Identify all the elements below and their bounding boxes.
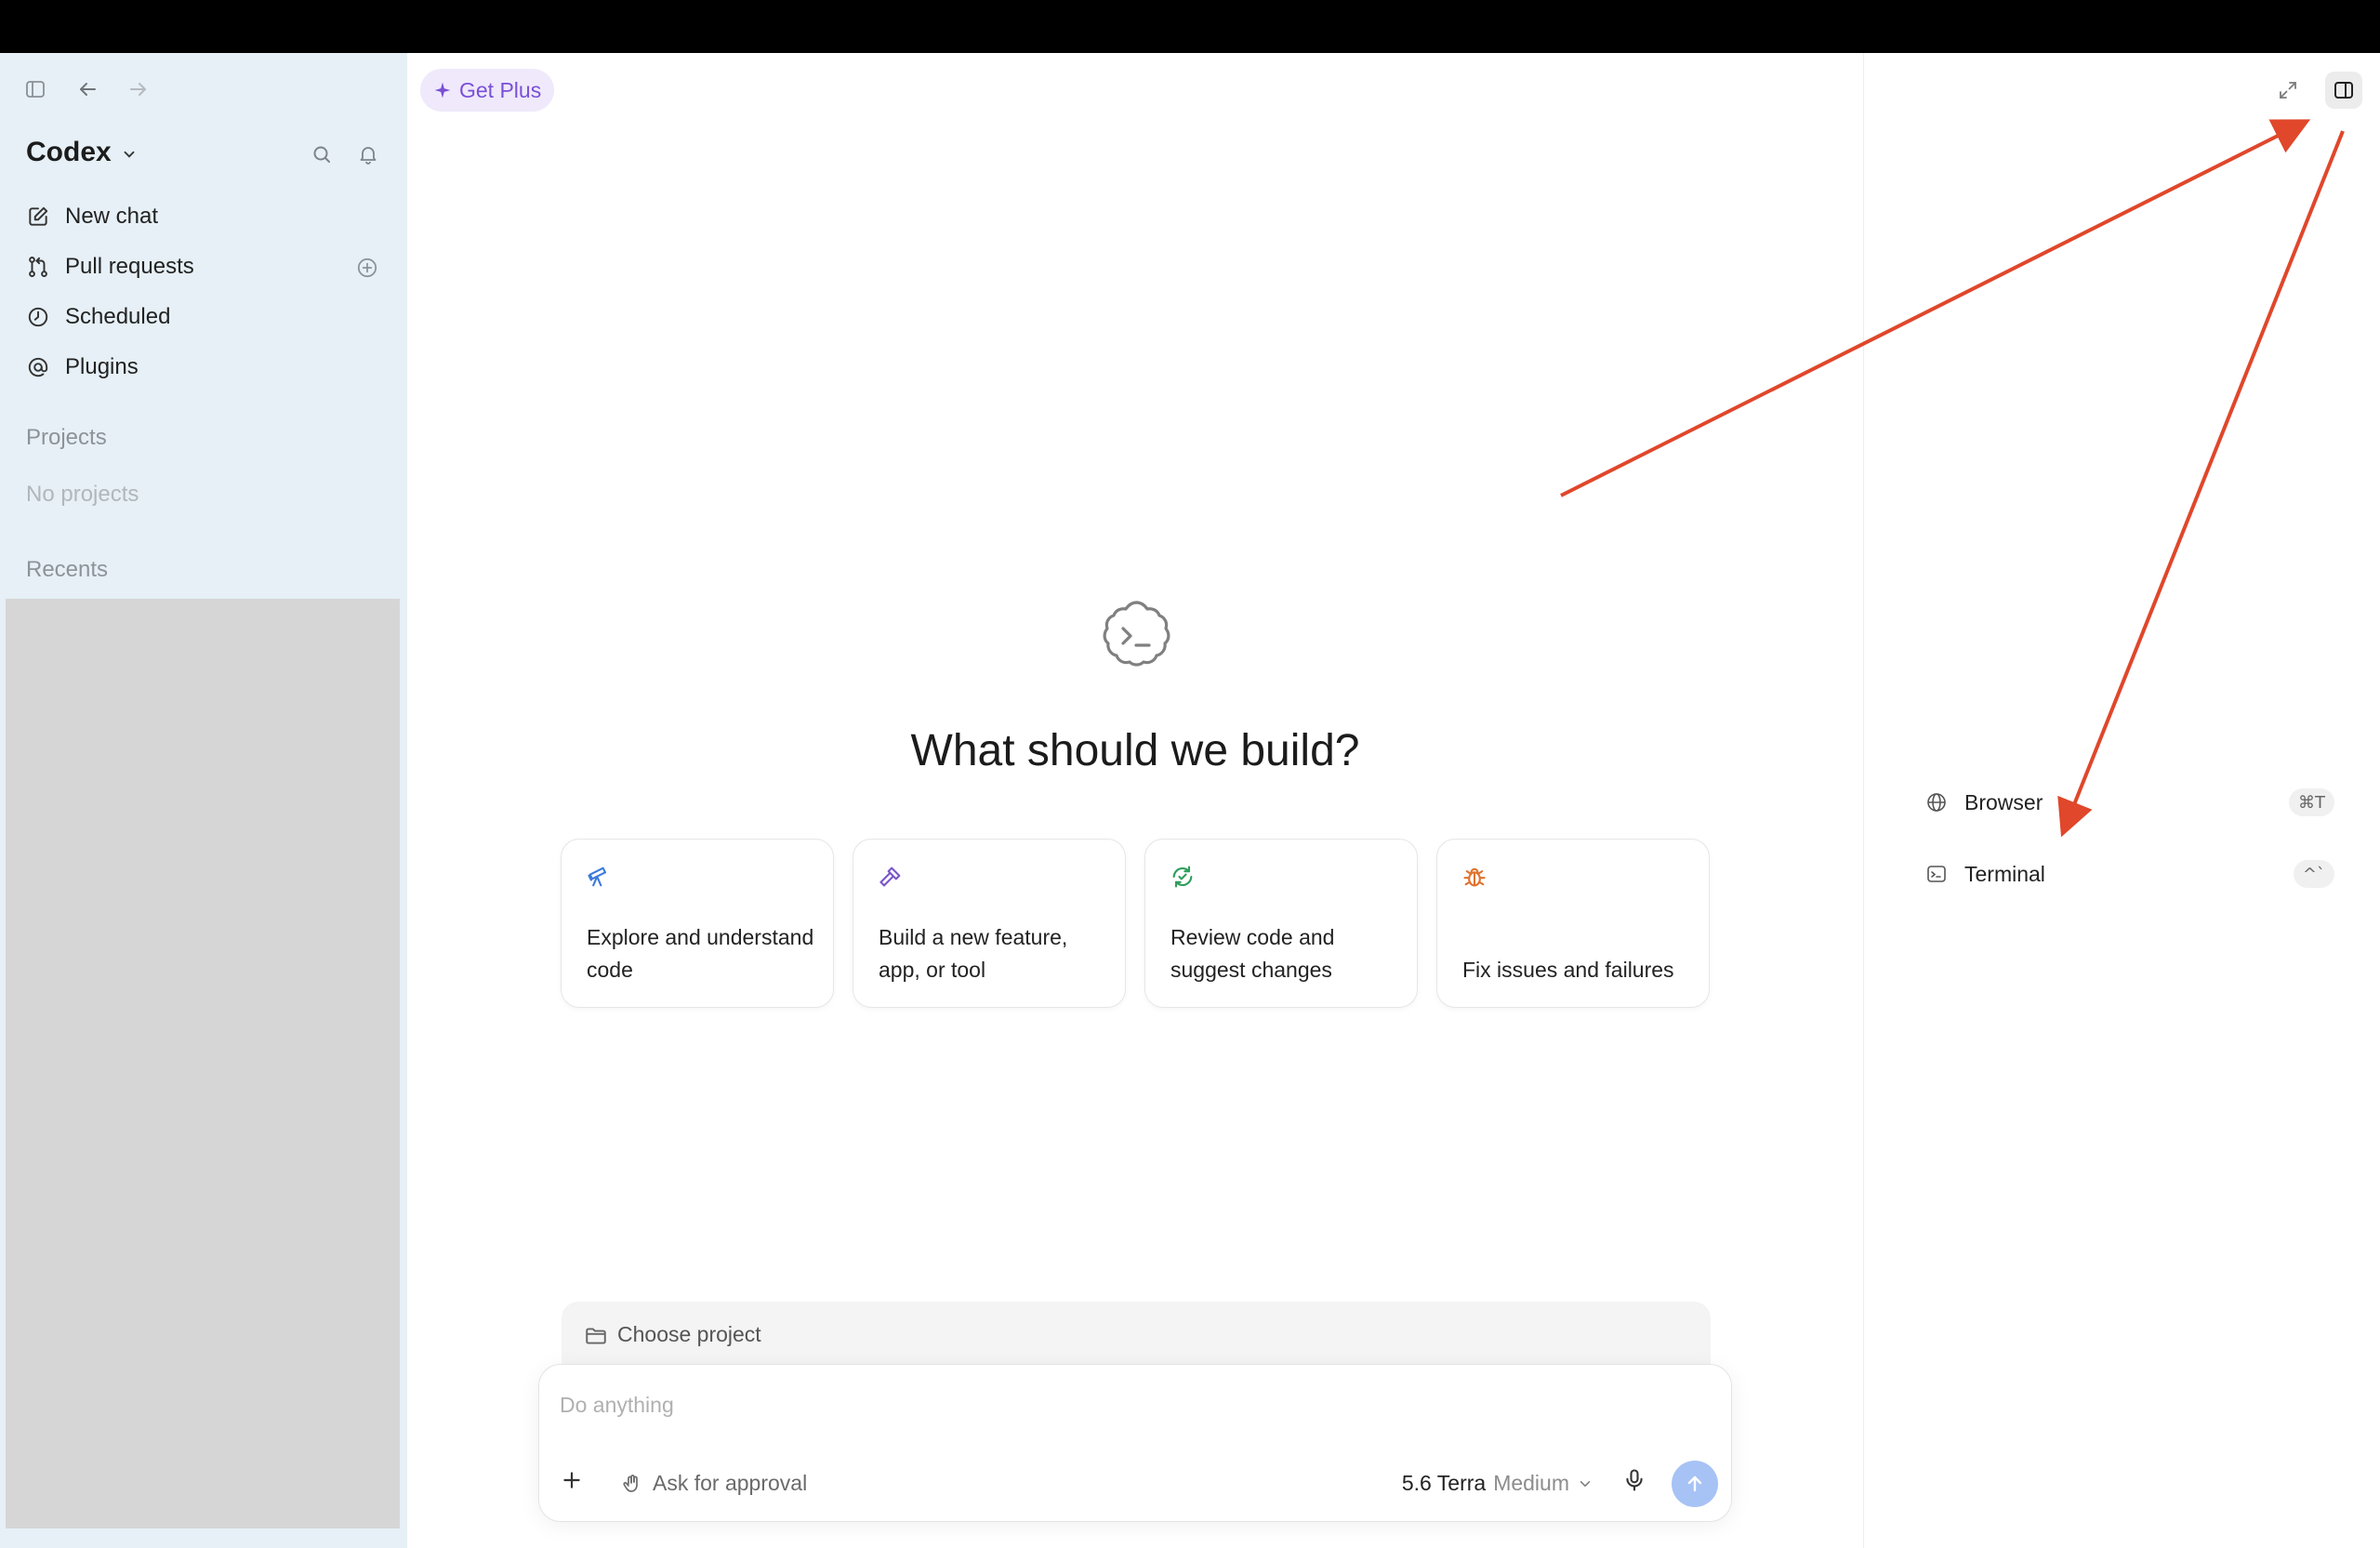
model-selector[interactable]: 5.6 Terra Medium (1402, 1471, 1593, 1496)
approval-label: Ask for approval (653, 1471, 808, 1495)
sidebar: Codex New chat Pull requests Scheduled P… (0, 53, 407, 1548)
get-plus-label: Get Plus (459, 77, 542, 102)
suggestion-card-review[interactable]: Review code and suggest changes (1144, 839, 1418, 1008)
top-black-bar (0, 0, 2380, 53)
edit-icon (29, 206, 48, 226)
card-label: Review code and suggest changes (1170, 925, 1335, 982)
model-level: Medium (1493, 1471, 1569, 1495)
shortcut-badge: ^` (2293, 860, 2334, 888)
nav-pull-requests[interactable]: Pull requests (26, 246, 389, 287)
recents-heading: Recents (26, 557, 109, 582)
panel-item-label: Browser (1964, 789, 2043, 814)
shortcut-badge: ⌘T (2289, 788, 2334, 816)
card-label: Build a new feature, app, or tool (879, 925, 1068, 982)
app-switcher[interactable]: Codex (26, 137, 138, 168)
search-icon[interactable] (307, 139, 337, 169)
choose-project-label: Choose project (617, 1322, 761, 1346)
review-cycle-icon (1170, 864, 1196, 894)
panel-item-browser[interactable]: Browser ⌘T (1925, 782, 2334, 823)
clock-icon (28, 307, 48, 327)
suggestion-card-fix[interactable]: Fix issues and failures (1436, 839, 1710, 1008)
nav-plugins[interactable]: Plugins (26, 347, 389, 388)
suggestion-card-build[interactable]: Build a new feature, app, or tool (853, 839, 1126, 1008)
composer-input[interactable]: Do anything (560, 1393, 674, 1418)
card-label: Explore and understand code (587, 925, 814, 982)
panel-item-terminal[interactable]: Terminal ^` (1925, 853, 2334, 894)
at-icon (28, 357, 48, 377)
nav-new-chat[interactable]: New chat (26, 196, 389, 237)
page-headline: What should we build? (910, 726, 1360, 775)
approval-mode-button[interactable]: Ask for approval (621, 1471, 807, 1496)
nav-label: New chat (65, 204, 159, 229)
get-plus-button[interactable]: Get Plus (420, 69, 555, 112)
model-name: 5.6 Terra (1401, 1471, 1487, 1495)
app-name: Codex (26, 137, 112, 167)
nav-label: Pull requests (65, 254, 194, 279)
toggle-sidebar-icon[interactable] (20, 74, 50, 104)
codex-app: Codex New chat Pull requests Scheduled P… (0, 53, 2380, 1548)
composer: Do anything Ask for approval 5.6 Terra M… (538, 1364, 1732, 1522)
folder-icon (586, 1328, 606, 1344)
telescope-icon (586, 864, 612, 894)
nav-scheduled[interactable]: Scheduled (26, 297, 389, 337)
suggestion-card-explore[interactable]: Explore and understand code (561, 839, 834, 1008)
projects-empty-text: No projects (26, 482, 139, 507)
microphone-icon[interactable] (1621, 1467, 1647, 1498)
sparkle-icon (434, 82, 451, 99)
panel-item-label: Terminal (1964, 861, 2045, 886)
back-arrow-icon[interactable] (73, 74, 102, 104)
pull-request-icon (29, 257, 47, 277)
projects-heading: Projects (26, 425, 107, 450)
codex-logo-icon (1095, 595, 1177, 677)
add-attachment-icon[interactable] (560, 1468, 584, 1497)
hammer-icon (878, 864, 904, 894)
forward-arrow-icon[interactable] (124, 74, 153, 104)
send-button[interactable] (1672, 1461, 1718, 1507)
bell-icon[interactable] (353, 139, 383, 169)
terminal-icon (1927, 866, 1946, 882)
expand-icon[interactable] (2269, 72, 2307, 109)
recents-redacted-block (6, 599, 400, 1528)
choose-project-bar[interactable]: Choose project (562, 1302, 1711, 1370)
chevron-down-icon (1580, 1480, 1591, 1487)
card-label: Fix issues and failures (1462, 958, 1674, 982)
arrow-up-icon (1687, 1475, 1702, 1492)
globe-icon (1927, 793, 1946, 812)
toggle-side-panel-icon[interactable] (2325, 72, 2362, 109)
hand-icon (623, 1474, 638, 1492)
chevron-down-icon (124, 151, 135, 158)
nav-label: Scheduled (65, 304, 171, 329)
main-area: Get Plus What should we build? Explore a… (407, 53, 1863, 1548)
right-panel: Browser ⌘T Terminal ^` (1863, 53, 2380, 1548)
nav-label: Plugins (65, 354, 139, 379)
bug-icon (1461, 864, 1488, 894)
